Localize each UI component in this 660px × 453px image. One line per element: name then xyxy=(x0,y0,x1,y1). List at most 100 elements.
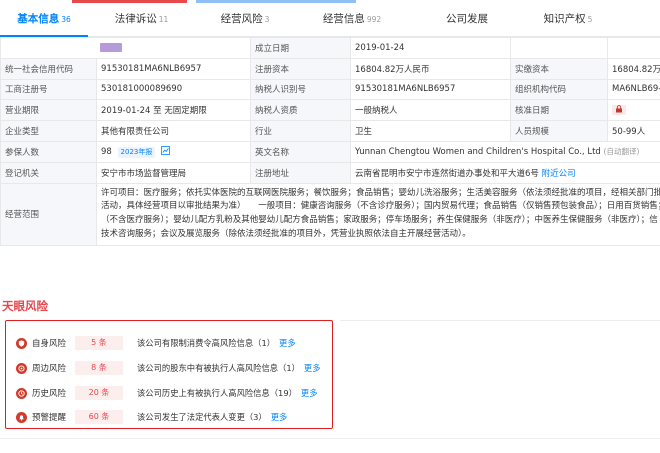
risk-section-title: 天眼风险 xyxy=(2,299,48,313)
risk-name: 周边风险 xyxy=(32,364,67,374)
field-value: 卫生 xyxy=(350,120,511,142)
table-row: 企业类型 其他有限责任公司 行业 卫生 人员规模 50-99人 xyxy=(0,120,660,142)
tab-intellectual-property[interactable]: 知识产权 5 xyxy=(527,3,609,36)
field-label: 行业 xyxy=(250,120,351,142)
field-value: 16804.82万 xyxy=(607,57,660,80)
trend-chart-icon[interactable] xyxy=(161,145,170,155)
nearby-companies-link[interactable]: 附近公司 xyxy=(542,169,576,179)
field-value: MA6NLB69-5 xyxy=(607,78,660,101)
field-value: 91530181MA6NLB6957 xyxy=(96,57,251,80)
insured-count-cell: 98 2023年报 xyxy=(96,140,251,163)
address-cell: 云南省昆明市安宁市连然街道办事处和平大道6号 附近公司 xyxy=(350,161,660,184)
risk-summary-box: 自身风险 5 条 该公司有限制消费令高风险信息（1） 更多 周边风险 8 条 该… xyxy=(5,320,333,429)
field-label: 纳税人资质 xyxy=(250,99,351,122)
divider xyxy=(340,320,660,321)
auto-translate-hint: (自动翻译) xyxy=(603,147,640,157)
field-value: 一般纳税人 xyxy=(350,99,511,122)
table-row: 营业期限 2019-01-24 至 无固定期限 纳税人资质 一般纳税人 核准日期 xyxy=(0,99,660,122)
risk-count-badge[interactable]: 60 条 xyxy=(75,410,123,424)
radar-icon xyxy=(16,362,27,374)
tab-business-risk[interactable]: 经营风险 3 xyxy=(195,3,295,36)
clock-icon xyxy=(16,387,27,399)
field-label: 人员规模 xyxy=(510,120,608,142)
field-label: 经营范围 xyxy=(0,182,97,246)
field-label: 实缴资本 xyxy=(510,57,608,80)
tab-label: 基本信息 xyxy=(17,13,60,25)
tab-count: 36 xyxy=(61,15,71,24)
table-row: 统一社会信用代码 91530181MA6NLB6957 注册资本 16804.8… xyxy=(0,57,660,80)
business-scope: 许可项目：医疗服务；依托实体医院的互联网医院服务；餐饮服务；食品销售；婴幼儿洗浴… xyxy=(96,182,660,246)
more-link[interactable]: 更多 xyxy=(301,387,318,399)
blank-cell xyxy=(607,37,660,59)
field-value: 2019-01-24 至 无固定期限 xyxy=(96,99,251,122)
risk-description: 该公司的股东中有被执行人高风险信息（1） xyxy=(137,363,300,373)
field-label: 统一社会信用代码 xyxy=(0,57,97,80)
tab-legal-litigation[interactable]: 法律诉讼 11 xyxy=(88,3,195,36)
section-tabs: 基本信息 36 法律诉讼 11 经营风险 3 经营信息 992 公司发展 知识产权 5 xyxy=(0,3,660,37)
field-label: 纳税人识别号 xyxy=(250,78,351,101)
field-value: 安宁市市场监督管理局 xyxy=(96,161,251,184)
table-row: 工商注册号 530181000089690 纳税人识别号 91530181MA6… xyxy=(0,78,660,101)
english-name-cell: Yunnan Chengtou Women and Children's Hos… xyxy=(350,140,660,163)
business-scope-line: 活动，具体经营项目以审批结果为准） 一般项目：健康咨询服务（不含诊疗服务）；国内… xyxy=(101,201,660,212)
field-label: 英文名称 xyxy=(250,140,351,163)
risk-name: 历史风险 xyxy=(32,389,67,399)
field-label: 注册资本 xyxy=(250,57,351,80)
more-link[interactable]: 更多 xyxy=(304,362,321,374)
tab-label: 知识产权 xyxy=(543,13,586,25)
tab-business-info[interactable]: 经营信息 992 xyxy=(295,3,409,36)
annual-report-badge[interactable]: 2023年报 xyxy=(117,146,156,158)
risk-item: 自身风险 5 条 该公司有限制消费令高风险信息（1） 更多 xyxy=(16,335,296,351)
field-label: 注册地址 xyxy=(250,161,351,184)
lock-icon[interactable] xyxy=(612,105,626,116)
field-value: 50-99人 xyxy=(607,120,660,142)
risk-item: 预警提醒 60 条 该公司发生了法定代表人变更（3） 更多 xyxy=(16,409,287,425)
field-label: 登记机关 xyxy=(0,161,97,184)
field-label: 营业期限 xyxy=(0,99,97,122)
business-scope-line: 技术咨询服务；会议及展览服务（除依法须经批准的项目外，凭营业执照依法自主开展经营… xyxy=(101,228,471,239)
tab-count: 5 xyxy=(587,15,593,24)
more-link[interactable]: 更多 xyxy=(271,411,288,423)
risk-item: 周边风险 8 条 该公司的股东中有被执行人高风险信息（1） 更多 xyxy=(16,360,321,376)
risk-count-badge[interactable]: 5 条 xyxy=(75,336,123,350)
risk-name: 自身风险 xyxy=(32,339,67,349)
table-row: 登记机关 安宁市市场监督管理局 注册地址 云南省昆明市安宁市连然街道办事处和平大… xyxy=(0,161,660,184)
bell-icon xyxy=(16,411,27,423)
tab-count: 3 xyxy=(264,15,270,24)
field-value: 530181000089690 xyxy=(96,78,251,101)
tab-company-development[interactable]: 公司发展 xyxy=(409,3,527,36)
business-scope-line: 许可项目：医疗服务；依托实体医院的互联网医院服务；餐饮服务；食品销售；婴幼儿洗浴… xyxy=(101,187,660,198)
legal-rep-avatar xyxy=(100,42,122,52)
risk-count-badge[interactable]: 8 条 xyxy=(75,361,123,375)
field-label: 企业类型 xyxy=(0,120,97,142)
field-value: 91530181MA6NLB6957 xyxy=(350,78,511,101)
tab-label: 经营风险 xyxy=(220,13,263,25)
tab-count: 11 xyxy=(158,15,169,24)
tab-count: 992 xyxy=(366,15,382,24)
shield-icon xyxy=(16,337,27,349)
risk-description: 该公司发生了法定代表人变更（3） xyxy=(137,412,267,422)
risk-name: 预警提醒 xyxy=(32,413,67,423)
tab-label: 公司发展 xyxy=(446,13,488,25)
tab-label: 经营信息 xyxy=(322,13,365,25)
legal-rep-cell xyxy=(0,37,251,59)
risk-description: 该公司历史上有被执行人高风险信息（19） xyxy=(137,388,297,398)
company-info-table-wrapper: 成立日期 2019-01-24 统一社会信用代码 91530181MA6NLB6… xyxy=(0,37,660,246)
tab-label: 法律诉讼 xyxy=(114,13,157,25)
field-label: 组织机构代码 xyxy=(510,78,608,101)
risk-description: 该公司有限制消费令高风险信息（1） xyxy=(137,338,276,348)
more-link[interactable]: 更多 xyxy=(279,337,296,349)
table-row: 成立日期 2019-01-24 xyxy=(0,37,660,59)
approval-date-cell xyxy=(607,99,660,122)
field-value: 其他有限责任公司 xyxy=(96,120,251,142)
risk-count-badge[interactable]: 20 条 xyxy=(75,386,123,400)
divider xyxy=(0,438,660,439)
blank-cell xyxy=(510,37,608,59)
field-label: 核准日期 xyxy=(510,99,608,122)
field-label: 参保人数 xyxy=(0,140,97,163)
tab-basic-info[interactable]: 基本信息 36 xyxy=(0,3,88,37)
field-label: 成立日期 xyxy=(250,37,351,59)
field-value: 16804.82万人民币 xyxy=(350,57,511,80)
company-info-table: 成立日期 2019-01-24 统一社会信用代码 91530181MA6NLB6… xyxy=(0,37,660,246)
field-value: 2019-01-24 xyxy=(350,37,511,59)
